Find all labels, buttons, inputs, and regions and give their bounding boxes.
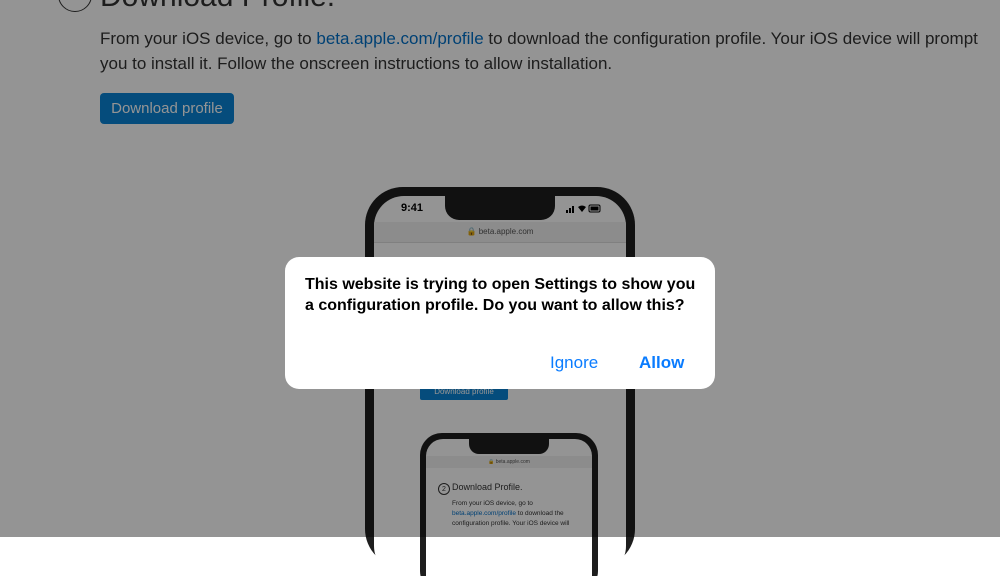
dialog-message: This website is trying to open Settings … <box>305 276 696 314</box>
settings-permission-dialog: This website is trying to open Settings … <box>285 257 715 389</box>
ignore-button[interactable]: Ignore <box>550 353 598 373</box>
allow-button[interactable]: Allow <box>639 353 684 373</box>
